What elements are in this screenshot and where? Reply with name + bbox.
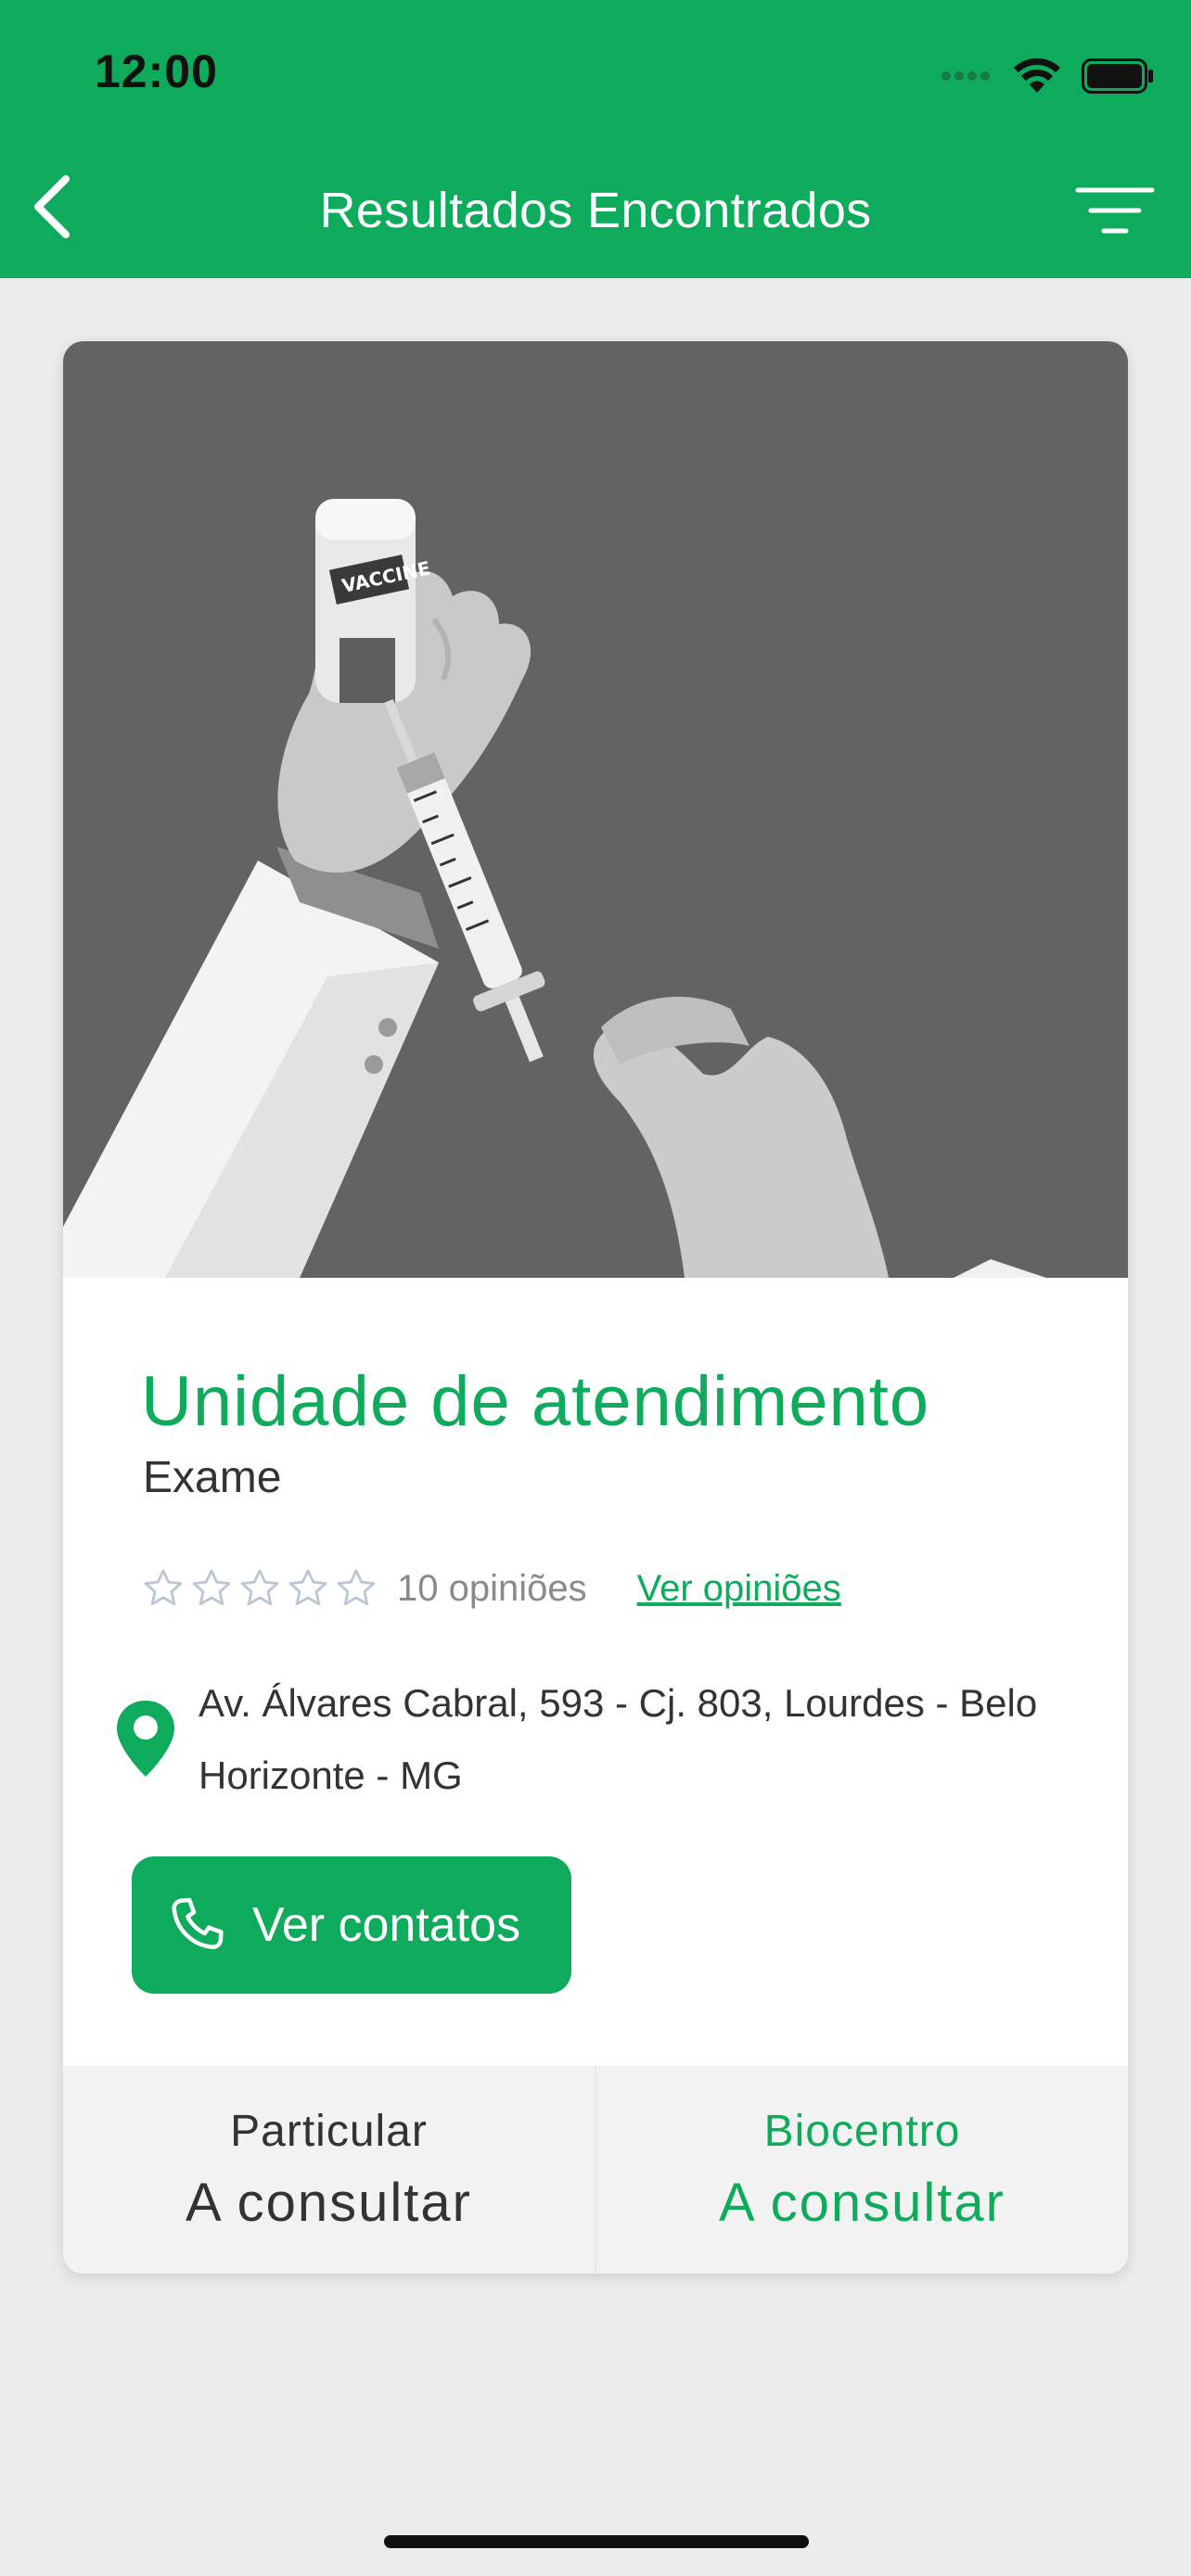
opinions-count: 10 opiniões	[397, 1567, 587, 1609]
star-empty-icon	[144, 1569, 183, 1606]
page-title: Resultados Encontrados	[319, 183, 872, 238]
price-biocentro-value: A consultar	[719, 2173, 1005, 2233]
price-particular-label: Particular	[230, 2107, 428, 2156]
battery-icon	[1082, 58, 1153, 94]
view-opinions-link[interactable]: Ver opiniões	[637, 1568, 841, 1610]
star-empty-icon	[192, 1569, 231, 1606]
star-empty-icon	[337, 1569, 376, 1606]
app-header: 12:00 Resultados Encontrados	[0, 0, 1191, 278]
star-empty-icon	[240, 1569, 279, 1606]
wifi-icon	[1014, 57, 1060, 93]
filter-icon	[1075, 187, 1155, 234]
rating-row: 10 opiniões Ver opiniões	[141, 1556, 841, 1621]
phone-icon	[172, 1897, 224, 1949]
address-text: Av. Álvares Cabral, 593 - Cj. 803, Lourd…	[198, 1681, 1038, 1797]
star-rating	[141, 1566, 378, 1611]
vaccine-syringe-illustration: VACCINE	[63, 499, 1046, 1278]
price-biocentro: Biocentro A consultar	[596, 2066, 1128, 2274]
location-pin-icon	[117, 1701, 174, 1777]
view-contacts-label: Ver contatos	[252, 1898, 521, 1952]
signal-dots-icon	[941, 71, 990, 81]
card-footer: Particular A consultar Biocentro A consu…	[63, 2066, 1128, 2274]
card-subtitle: Exame	[143, 1453, 282, 1502]
price-biocentro-label: Biocentro	[763, 2107, 961, 2156]
status-icons	[941, 48, 1154, 104]
view-contacts-button[interactable]: Ver contatos	[132, 1856, 571, 1994]
card-image: VACCINE	[63, 341, 1128, 1278]
star-empty-icon	[288, 1569, 327, 1606]
status-time: 12:00	[95, 45, 218, 97]
home-indicator[interactable]	[384, 2535, 809, 2548]
result-card[interactable]: VACCINE Unidade de atendimento Exame 10 …	[63, 341, 1128, 2274]
filter-button[interactable]	[1069, 178, 1161, 243]
price-particular: Particular A consultar	[63, 2066, 596, 2274]
price-particular-value: A consultar	[186, 2173, 472, 2233]
card-title: Unidade de atendimento	[141, 1362, 930, 1441]
